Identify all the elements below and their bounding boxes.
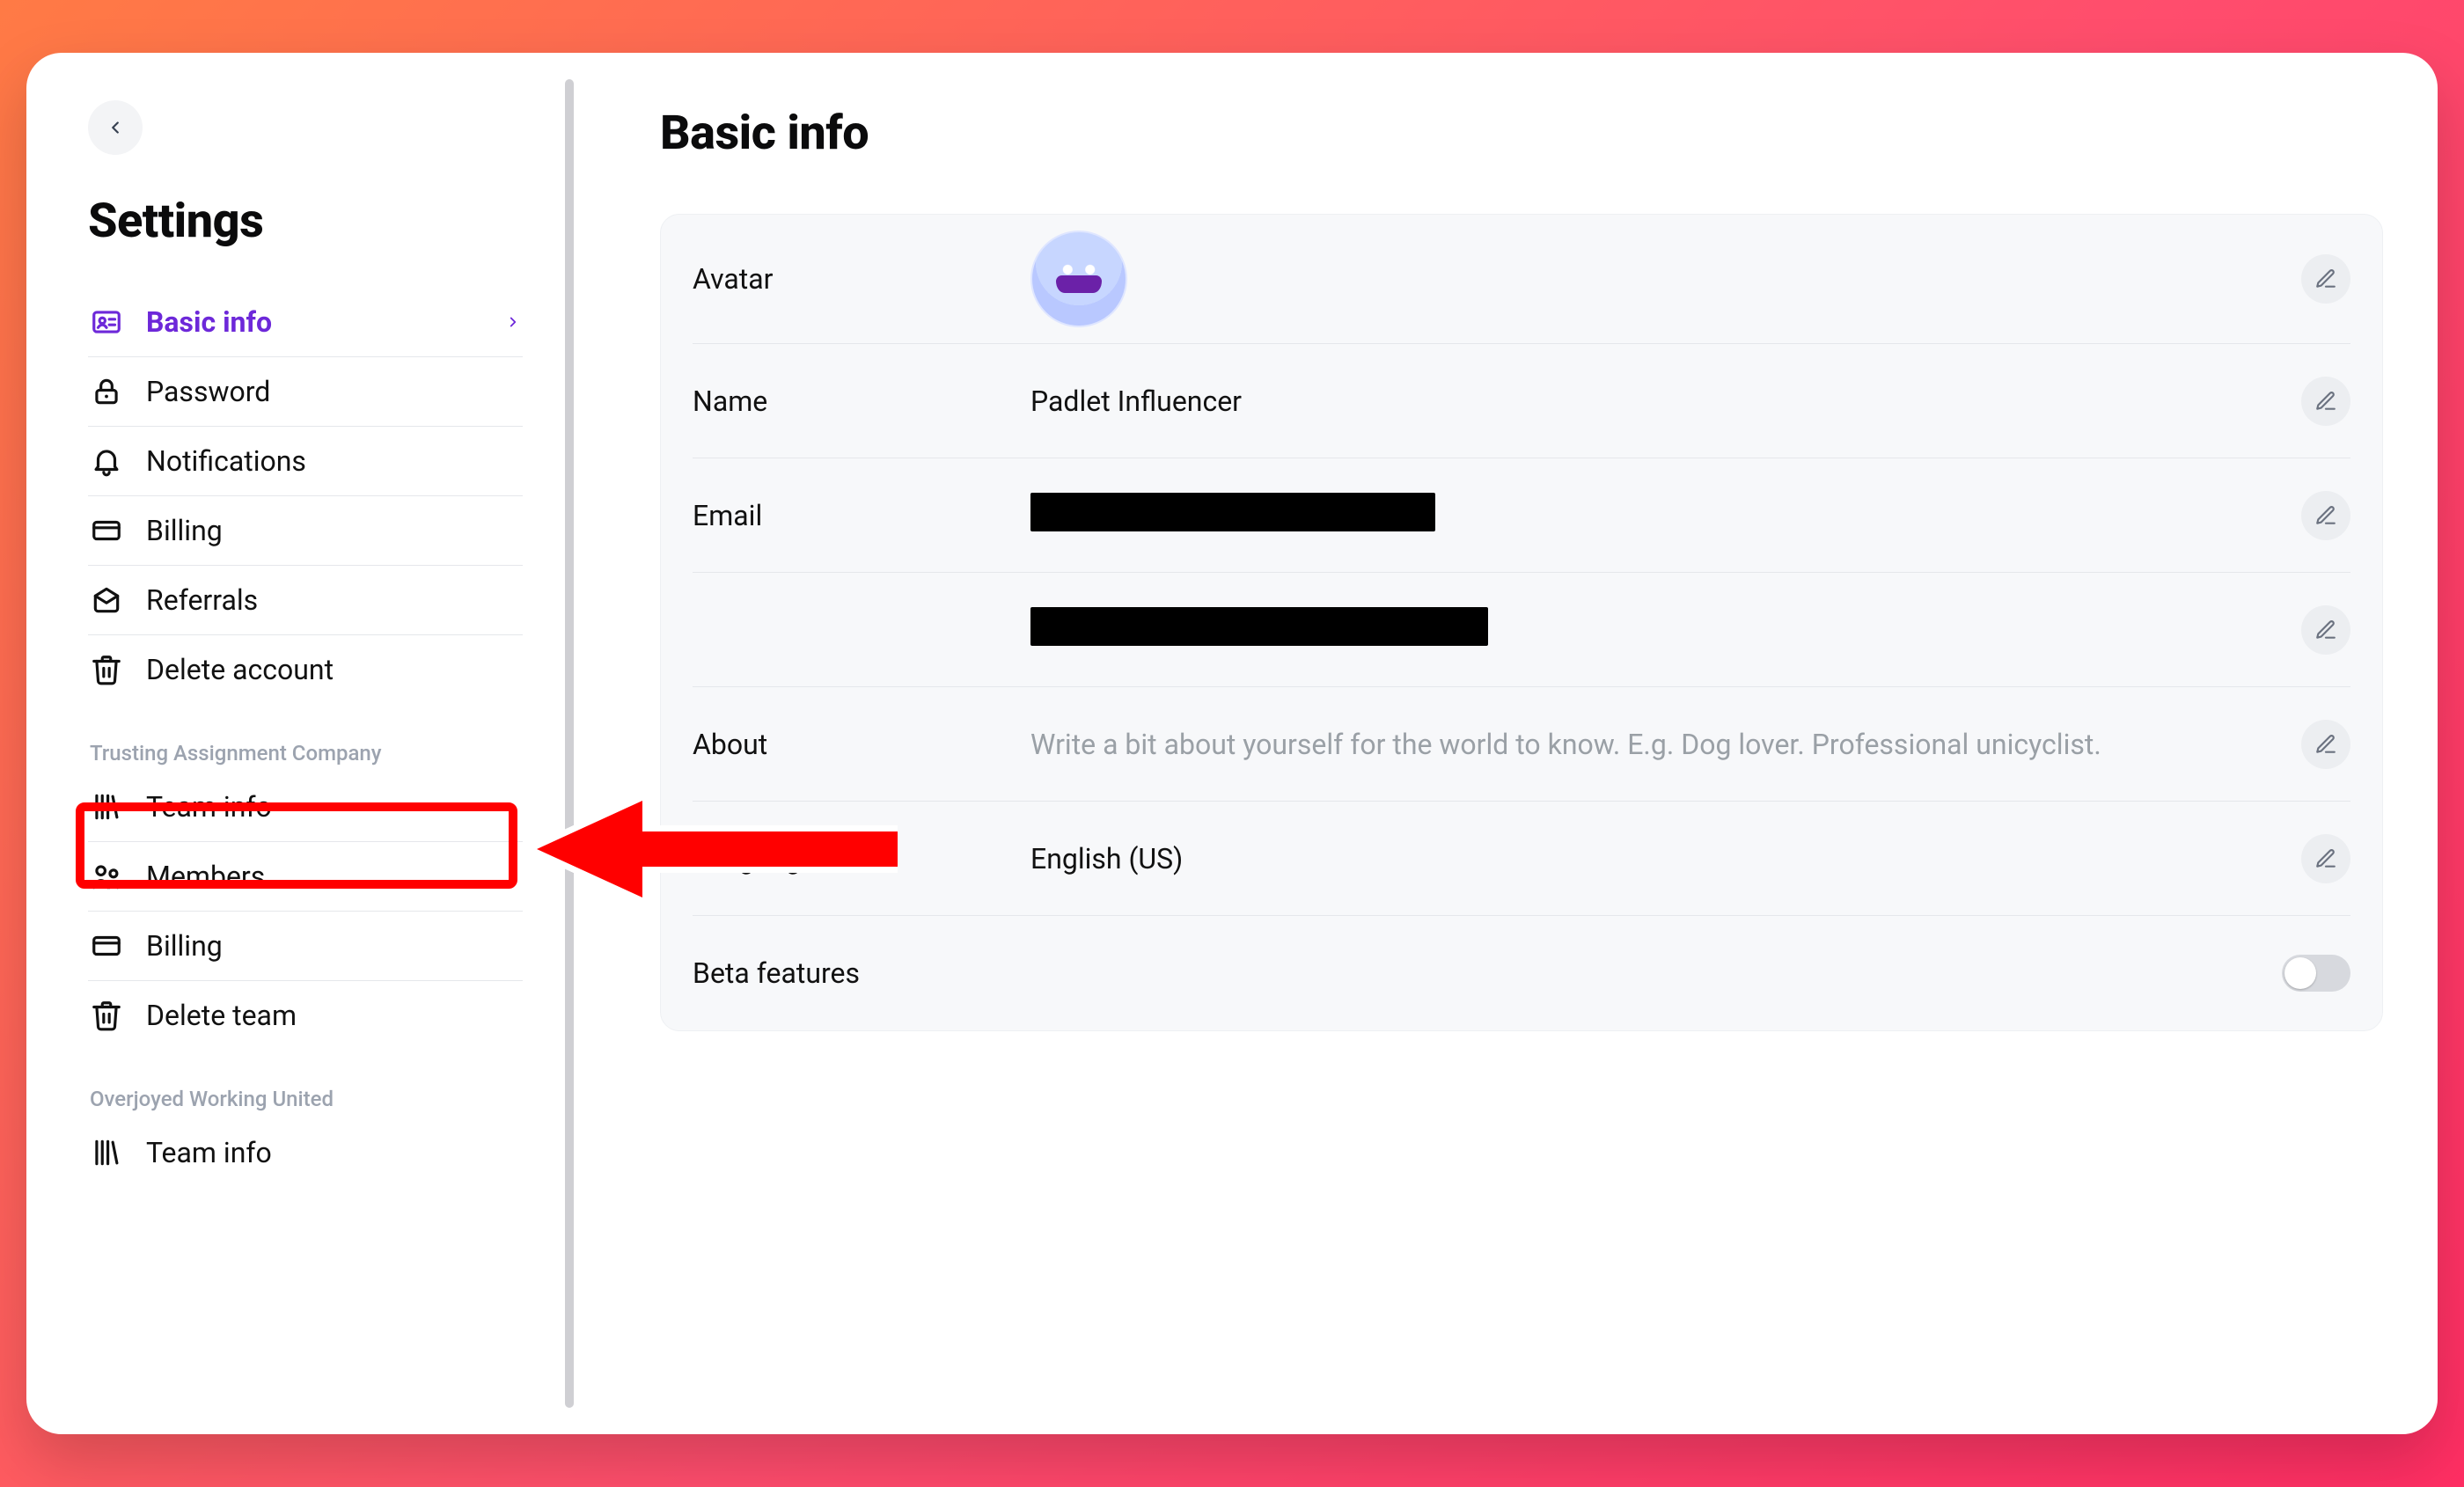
row-email: Email [693, 458, 2350, 573]
row-value: Padlet Influencer [1030, 385, 2280, 418]
pencil-icon [2314, 619, 2337, 641]
row-beta-features: Beta features [693, 916, 2350, 1030]
sidebar-item-team-info[interactable]: Team info [88, 1118, 523, 1187]
sidebar-section-title: Overjoyed Working United [90, 1087, 523, 1111]
sidebar-item-basic-info[interactable]: Basic info [88, 288, 523, 357]
row-avatar: Avatar [693, 215, 2350, 344]
lock-icon [90, 375, 123, 408]
credit-card-icon [90, 514, 123, 547]
edit-email-button[interactable] [2301, 491, 2350, 540]
sidebar-item-label: Members [146, 860, 265, 893]
books-icon [90, 1136, 123, 1169]
row-value [1030, 493, 2280, 538]
row-label: Beta features [693, 956, 1009, 990]
settings-window: Settings Basic info Password Notificatio… [26, 53, 2438, 1434]
sidebar-item-referrals[interactable]: Referrals [88, 566, 523, 635]
row-language: Language English (US) [693, 802, 2350, 916]
sidebar-item-delete-team[interactable]: Delete team [88, 981, 523, 1050]
row-name: Name Padlet Influencer [693, 344, 2350, 458]
people-icon [90, 860, 123, 893]
pencil-icon [2314, 733, 2337, 756]
sidebar-item-delete-account[interactable]: Delete account [88, 635, 523, 704]
row-label: Avatar [693, 262, 1009, 296]
sidebar-item-members[interactable]: Members [88, 842, 523, 912]
sidebar-item-password[interactable]: Password [88, 357, 523, 427]
row-value [1030, 607, 2280, 653]
sidebar-title: Settings [88, 194, 523, 249]
sidebar-nav-team-1: Team info Members Billing Delete team [88, 773, 523, 1050]
pencil-icon [2314, 847, 2337, 870]
toggle-knob [2284, 957, 2316, 989]
chevron-right-icon [505, 314, 521, 330]
sidebar-nav-team-2: Team info [88, 1118, 523, 1187]
sidebar-item-label: Delete account [146, 653, 334, 686]
sidebar-section-title: Trusting Assignment Company [90, 741, 523, 765]
pencil-icon [2314, 267, 2337, 290]
sidebar-nav-personal: Basic info Password Notifications Billin… [88, 288, 523, 704]
credit-card-icon [90, 929, 123, 963]
edit-language-button[interactable] [2301, 834, 2350, 883]
basic-info-card: Avatar Name Padlet Influencer [660, 214, 2383, 1031]
edit-name-button[interactable] [2301, 377, 2350, 426]
row-placeholder: Write a bit about yourself for the world… [1030, 728, 2280, 761]
row-label: Name [693, 385, 1009, 418]
id-card-icon [90, 305, 123, 339]
scrollbar[interactable] [565, 79, 574, 1408]
envelope-open-icon [90, 583, 123, 617]
row-value: English (US) [1030, 842, 2280, 875]
sidebar-item-label: Password [146, 375, 270, 408]
row-about: About Write a bit about yourself for the… [693, 687, 2350, 802]
beta-features-toggle[interactable] [2282, 955, 2350, 992]
books-icon [90, 790, 123, 824]
sidebar-item-label: Basic info [146, 305, 272, 339]
row-label: Email [693, 499, 1009, 532]
pencil-icon [2314, 504, 2337, 527]
chevron-left-icon [106, 118, 125, 137]
edit-avatar-button[interactable] [2301, 254, 2350, 304]
sidebar-item-label: Billing [146, 929, 223, 963]
sidebar-item-label: Delete team [146, 999, 297, 1032]
sidebar-item-notifications[interactable]: Notifications [88, 427, 523, 496]
row-username [693, 573, 2350, 687]
row-value [1030, 231, 2280, 327]
trash-icon [90, 999, 123, 1032]
back-button[interactable] [88, 100, 143, 155]
sidebar-item-team-billing[interactable]: Billing [88, 912, 523, 981]
trash-icon [90, 653, 123, 686]
sidebar-item-label: Team info [146, 1136, 272, 1169]
sidebar-item-label: Team info [146, 790, 272, 824]
sidebar-item-label: Notifications [146, 444, 306, 478]
sidebar-item-team-info[interactable]: Team info [88, 773, 523, 842]
row-label: Language [693, 842, 1009, 875]
row-label: About [693, 728, 1009, 761]
page-title: Basic info [660, 106, 2383, 161]
sidebar-item-label: Billing [146, 514, 223, 547]
avatar [1030, 231, 1127, 327]
pencil-icon [2314, 390, 2337, 413]
edit-about-button[interactable] [2301, 720, 2350, 769]
sidebar-item-label: Referrals [146, 583, 258, 617]
bell-icon [90, 444, 123, 478]
redacted-username [1030, 607, 1488, 646]
edit-username-button[interactable] [2301, 605, 2350, 655]
sidebar-item-billing[interactable]: Billing [88, 496, 523, 566]
main-content: Basic info Avatar Name Padlet Influencer [554, 53, 2438, 1434]
sidebar: Settings Basic info Password Notificatio… [26, 53, 554, 1434]
redacted-email [1030, 493, 1435, 531]
